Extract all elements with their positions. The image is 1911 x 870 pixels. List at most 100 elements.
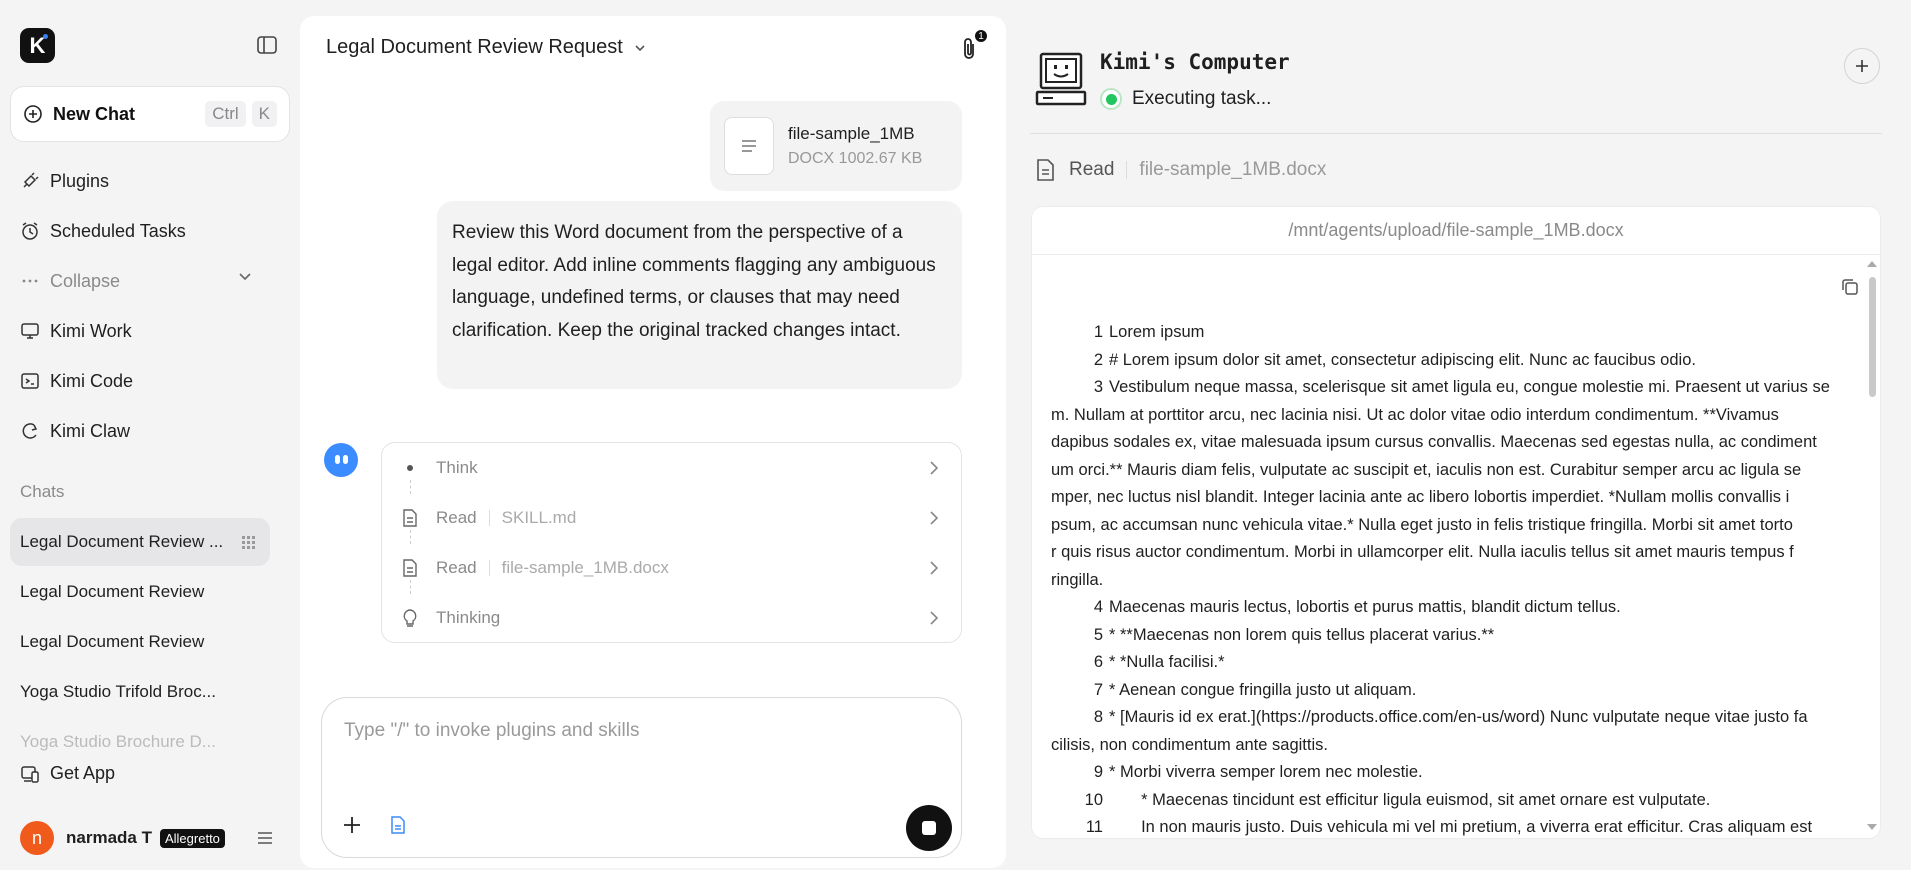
file-icon xyxy=(1035,158,1055,182)
kbd-k: K xyxy=(251,101,277,127)
sidebar-item-kimi-claw[interactable]: Kimi Claw xyxy=(20,416,130,446)
sidebar-item-plugins[interactable]: Plugins xyxy=(20,166,109,196)
chat-item-active[interactable]: Legal Document Review ... xyxy=(10,518,270,566)
terminal-icon xyxy=(20,371,40,391)
plug-icon xyxy=(20,171,40,191)
plus-circle-icon xyxy=(23,104,43,124)
file-line: psum, ac accumsan nunc vehicula vitae.* … xyxy=(1051,515,1793,534)
file-line: dapibus sodales ex, vitae malesuada ipsu… xyxy=(1051,433,1817,451)
line-text: Maecenas mauris lectus, lobortis et puru… xyxy=(1109,598,1621,616)
status-text: Executing task... xyxy=(1132,88,1272,109)
chevron-down-icon xyxy=(633,41,647,55)
sidebar-item-kimi-code[interactable]: Kimi Code xyxy=(20,366,133,396)
line-number: 6 xyxy=(1093,653,1103,671)
step-think[interactable]: Think xyxy=(382,443,961,493)
line-text: * *Nulla facilisi.* xyxy=(1109,653,1225,671)
file-icon xyxy=(400,508,420,528)
file-line: 8 * [Mauris id ex erat.](https://products… xyxy=(1051,704,1841,732)
sidebar-item-label: Collapse xyxy=(50,270,121,291)
chat-item[interactable]: Legal Document Review xyxy=(10,618,270,666)
chats-section-label: Chats xyxy=(20,482,65,501)
file-line: cilisis, non condimentum ante sagittis. xyxy=(1051,735,1328,754)
sidebar-item-scheduled-tasks[interactable]: Scheduled Tasks xyxy=(20,216,186,246)
user-message: Review this Word document from the persp… xyxy=(437,201,962,389)
file-viewer: /mnt/agents/upload/file-sample_1MB.docx … xyxy=(1031,206,1881,839)
action-value: file-sample_1MB.docx xyxy=(1139,159,1327,180)
scrollbar-thumb[interactable] xyxy=(1869,277,1876,397)
scroll-down-icon[interactable] xyxy=(1866,822,1878,832)
agent-steps: Think Read SKILL.md Read file-sample_1MB… xyxy=(381,442,962,643)
ellipsis-icon xyxy=(20,271,40,291)
panel-divider xyxy=(1030,133,1882,134)
panel-action: Read file-sample_1MB.docx xyxy=(1035,158,1326,182)
get-app-button[interactable]: Get App xyxy=(20,763,115,784)
line-text: Lorem ipsum xyxy=(1109,323,1205,341)
new-chat-button[interactable]: New Chat Ctrl K xyxy=(10,86,290,142)
bullet-icon xyxy=(400,458,420,478)
sidebar-item-label: Kimi Work xyxy=(50,320,132,341)
line-text: * Maecenas tincidunt est efficitur ligul… xyxy=(1109,790,1711,809)
composer-input[interactable]: Type "/" to invoke plugins and skills xyxy=(344,720,639,742)
file-content: 1 Lorem ipsum 2 # Lorem ipsum dolor sit ame… xyxy=(1051,319,1841,838)
step-thinking[interactable]: Thinking xyxy=(382,593,961,643)
step-label: Read xyxy=(436,508,477,527)
chevron-down-icon[interactable] xyxy=(236,268,254,286)
sidebar-item-label: Kimi Claw xyxy=(50,420,131,441)
step-read-skill[interactable]: Read SKILL.md xyxy=(382,493,961,543)
file-line: 4 Maecenas mauris lectus, lobortis et pur… xyxy=(1051,594,1841,622)
chat-item-label: Yoga Studio Trifold Broc... xyxy=(20,682,216,701)
chevron-right-icon xyxy=(927,610,941,626)
chat-item[interactable]: Legal Document Review xyxy=(10,568,270,616)
claw-icon xyxy=(20,421,40,441)
chevron-right-icon xyxy=(927,460,941,476)
sidebar-item-kimi-work[interactable]: Kimi Work xyxy=(20,316,132,346)
line-number: 3 xyxy=(1093,378,1103,396)
line-text: # Lorem ipsum dolor sit amet, consectetu… xyxy=(1109,350,1696,369)
step-read-docx[interactable]: Read file-sample_1MB.docx xyxy=(382,543,961,593)
file-line: ringilla. xyxy=(1051,570,1104,589)
line-text: Vestibulum neque massa, scelerisque sit … xyxy=(1109,378,1830,396)
plus-icon[interactable] xyxy=(342,815,362,835)
menu-icon[interactable] xyxy=(256,830,274,846)
panel-add-button[interactable] xyxy=(1844,48,1880,84)
line-number: 2 xyxy=(1093,350,1103,369)
devices-icon xyxy=(20,764,40,784)
step-value: SKILL.md xyxy=(501,508,577,527)
document-attach-icon[interactable] xyxy=(389,815,407,835)
chat-item[interactable]: Yoga Studio Trifold Broc... xyxy=(10,668,270,716)
file-line: 2 # Lorem ipsum dolor sit amet, consectet… xyxy=(1051,347,1841,375)
copy-icon[interactable] xyxy=(1840,277,1860,297)
chat-item[interactable]: Yoga Studio Brochure D... xyxy=(10,718,270,766)
sidebar-item-collapse[interactable]: Collapse xyxy=(20,266,120,296)
file-name: file-sample_1MB xyxy=(788,124,915,143)
user-profile[interactable]: n narmada T Allegretto xyxy=(20,821,225,855)
new-chat-label: New Chat xyxy=(53,103,136,124)
drag-handle-icon[interactable] xyxy=(240,534,256,550)
message-composer[interactable]: Type "/" to invoke plugins and skills xyxy=(321,697,962,858)
monitor-icon xyxy=(20,321,40,341)
avatar: n xyxy=(20,821,54,855)
line-number: 9 xyxy=(1093,763,1103,781)
file-line: 7 * Aenean congue fringilla justo ut aliq… xyxy=(1051,677,1841,705)
kbd-ctrl: Ctrl xyxy=(205,101,246,127)
file-line: r quis risus auctor condimentum. Morbi i… xyxy=(1051,543,1794,561)
file-path: /mnt/agents/upload/file-sample_1MB.docx xyxy=(1032,207,1880,255)
file-line: um orci.** Mauris diam felis, vulputate … xyxy=(1051,460,1802,479)
chat-item-label: Legal Document Review xyxy=(20,582,205,601)
chat-title-dropdown[interactable]: Legal Document Review Request xyxy=(326,36,647,59)
sidebar-toggle-icon[interactable] xyxy=(256,34,278,56)
sidebar-item-label: Plugins xyxy=(50,170,110,191)
line-number: 8 xyxy=(1093,708,1103,726)
scroll-up-icon[interactable] xyxy=(1866,259,1878,269)
attached-file-card[interactable]: file-sample_1MB DOCX 1002.67 KB xyxy=(710,101,962,191)
kimi-avatar xyxy=(324,443,358,477)
kimi-logo[interactable]: K xyxy=(20,28,55,63)
stop-button[interactable] xyxy=(906,805,952,851)
computer-icon xyxy=(1035,52,1087,106)
sidebar-item-label: Scheduled Tasks xyxy=(50,220,186,241)
shortcut-hint: Ctrl K xyxy=(205,101,277,127)
file-line: 11 In non mauris justo. Duis vehicula mi… xyxy=(1051,814,1841,838)
attachment-count-badge: 1 xyxy=(973,28,989,44)
panel-title: Kimi's Computer xyxy=(1100,50,1290,74)
file-line: mper, nec luctus nisl blandit. Integer l… xyxy=(1051,488,1790,506)
